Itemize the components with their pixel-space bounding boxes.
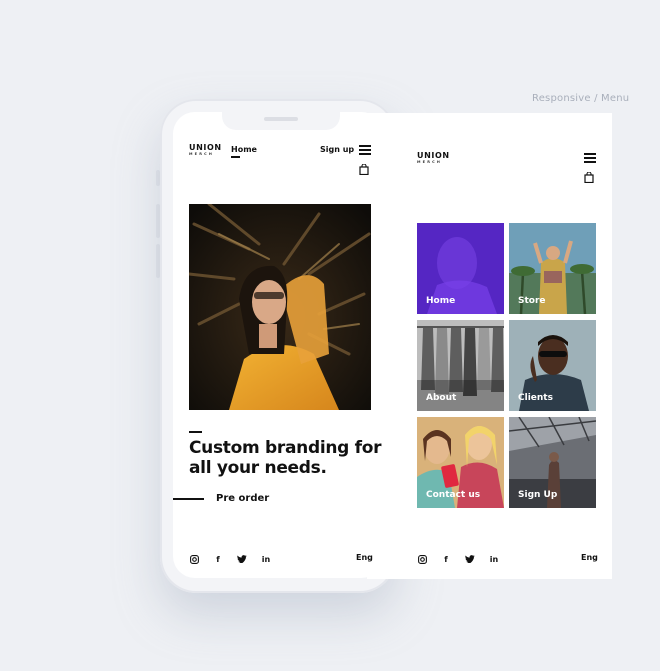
twitter-icon[interactable] <box>237 554 247 564</box>
brand-name: UNION <box>189 143 222 152</box>
preorder-button[interactable]: Pre order <box>216 493 269 504</box>
brand-logo[interactable]: UNION MERCH <box>189 143 222 157</box>
menu-tile-label: Contact us <box>426 490 481 500</box>
menu-tile-clients[interactable]: Clients <box>509 320 596 411</box>
menu-tile-signup[interactable]: Sign Up <box>509 417 596 508</box>
menu-tile-label: Store <box>518 296 546 306</box>
social-links: f in <box>189 553 271 565</box>
menu-bag-icon[interactable] <box>584 172 594 183</box>
menu-close-icon[interactable] <box>584 153 596 163</box>
preorder-line <box>173 498 204 500</box>
menu-tile-contact[interactable]: Contact us <box>417 417 504 508</box>
signup-link[interactable]: Sign up <box>320 145 354 154</box>
linkedin-icon[interactable]: in <box>261 554 271 564</box>
menu-tile-label: Home <box>426 296 456 306</box>
menu-tile-label: Clients <box>518 393 553 403</box>
menu-twitter-icon[interactable] <box>465 554 475 564</box>
facebook-icon[interactable]: f <box>213 554 223 564</box>
menu-icon[interactable] <box>359 145 371 155</box>
page-caption: Responsive / Menu <box>532 93 630 104</box>
nav-active-indicator <box>231 156 240 158</box>
instagram-icon[interactable] <box>189 554 199 564</box>
menu-tile-home[interactable]: Home <box>417 223 504 314</box>
menu-linkedin-icon[interactable]: in <box>489 554 499 564</box>
menu-tile-label: About <box>426 393 457 403</box>
menu-tile-store[interactable]: Store <box>509 223 596 314</box>
nav-home-link[interactable]: Home <box>231 145 257 154</box>
menu-tile-label: Sign Up <box>518 490 558 500</box>
menu-instagram-icon[interactable] <box>417 554 427 564</box>
bag-icon[interactable] <box>359 164 369 175</box>
menu-brand-logo[interactable]: UNION MERCH <box>417 151 450 165</box>
headline-dash <box>189 431 202 433</box>
brand-sub: MERCH <box>189 152 215 156</box>
headline-line-2: all your needs. <box>189 458 327 478</box>
menu-language-selector[interactable]: Eng <box>581 553 598 562</box>
menu-brand-name: UNION <box>417 151 450 160</box>
menu-social-links: f in <box>417 553 499 565</box>
menu-brand-sub: MERCH <box>417 160 443 164</box>
headline-line-1: Custom branding for <box>189 438 382 458</box>
menu-tile-about[interactable]: About <box>417 320 504 411</box>
hero-image <box>189 204 371 410</box>
hero-headline: Custom branding for all your needs. <box>189 438 389 478</box>
language-selector[interactable]: Eng <box>356 553 373 562</box>
menu-facebook-icon[interactable]: f <box>441 554 451 564</box>
phone-speaker <box>264 117 298 121</box>
